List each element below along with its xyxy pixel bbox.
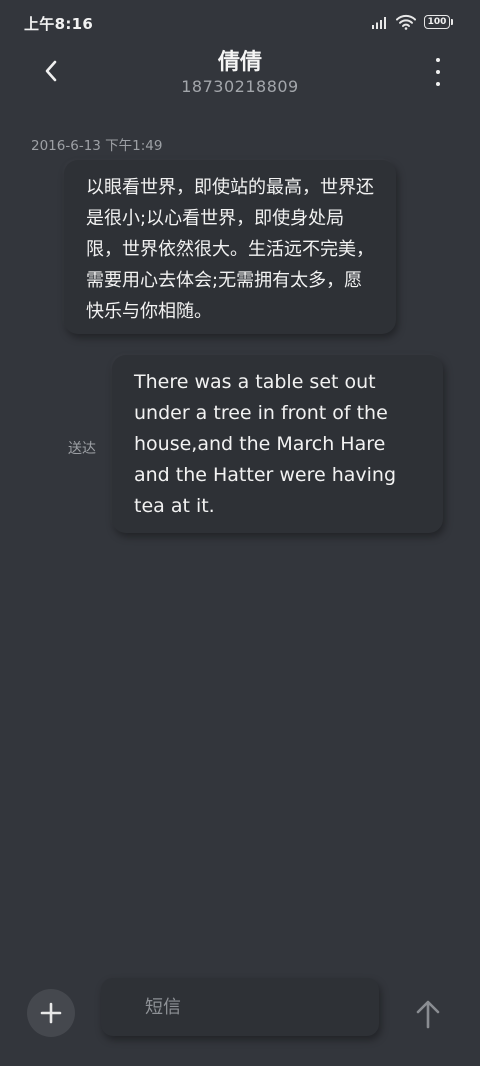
send-button[interactable] [410, 996, 446, 1032]
contact-phone: 18730218809 [181, 77, 299, 96]
status-time: 上午8:16 [24, 15, 94, 33]
more-vertical-icon-dot [436, 82, 440, 86]
status-icons: 100 [372, 14, 453, 30]
more-vertical-icon-dot [436, 58, 440, 62]
more-vertical-icon-dot [436, 70, 440, 74]
delivery-status: 送达 [68, 441, 96, 457]
conversation-header: 倩倩 18730218809 [0, 44, 480, 104]
battery-icon: 100 [424, 15, 453, 29]
status-bar: 上午8:16 100 [0, 0, 480, 46]
outgoing-message-bubble[interactable]: There was a table set out under a tree i… [112, 355, 443, 533]
add-attachment-button[interactable] [27, 989, 75, 1037]
composer-bar [0, 972, 480, 1052]
message-timestamp: 2016-6-13 下午1:49 [31, 138, 163, 154]
wifi-icon [396, 14, 416, 30]
plus-icon [40, 1002, 62, 1024]
battery-level: 100 [427, 17, 447, 27]
signal-icon [372, 17, 386, 29]
incoming-message-bubble[interactable]: 以眼看世界，即使站的最高，世界还是很小;以心看世界，即使身处局限，世界依然很大。… [64, 160, 396, 334]
message-input[interactable] [101, 978, 379, 1036]
more-options-button[interactable] [426, 58, 450, 86]
arrow-up-icon [416, 1000, 440, 1029]
contact-name: 倩倩 [217, 50, 262, 75]
